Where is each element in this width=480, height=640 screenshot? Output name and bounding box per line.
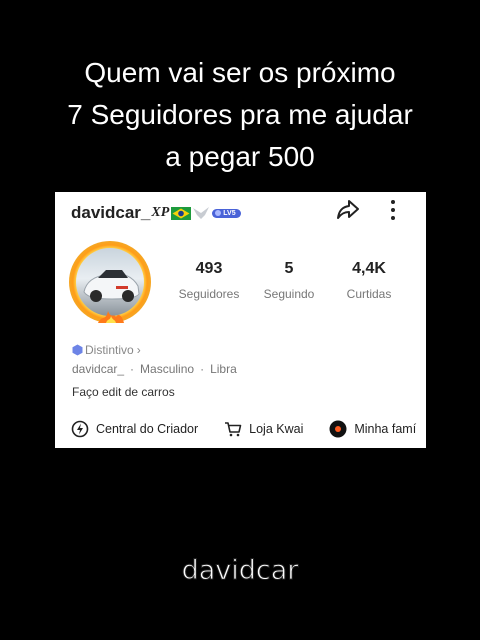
link-label: Minha famí	[354, 422, 417, 436]
caption-line-3: a pegar 500	[165, 141, 315, 172]
distintivo-label: Distintivo	[85, 343, 134, 357]
username-row: davidcar_ XP LV5	[71, 201, 241, 225]
caption-line-1: Quem vai ser os próximo	[84, 57, 396, 88]
stat-label: Curtidas	[346, 287, 392, 301]
level-badge-label: LV5	[223, 209, 236, 217]
username-suffix: XP	[151, 205, 170, 220]
share-icon[interactable]	[335, 197, 361, 223]
meta-gender: Masculino	[140, 362, 195, 376]
meta-handle: davidcar_	[72, 362, 125, 376]
video-caption: Quem vai ser os próximo 7 Seguidores pra…	[0, 52, 480, 178]
stat-label: Seguindo	[263, 287, 315, 301]
avatar[interactable]	[69, 241, 155, 327]
caption-line-2: 7 Seguidores pra me ajudar	[67, 99, 413, 130]
chevron-right-icon: ›	[136, 343, 141, 357]
stat-value: 5	[284, 260, 294, 277]
stat-value: 4,4K	[352, 260, 386, 277]
username: davidcar_	[71, 203, 151, 222]
profile-links: Central do Criador Loja Kwai Minha famí	[71, 418, 426, 440]
lightning-icon	[71, 420, 89, 438]
wing-icon	[193, 207, 210, 219]
minha-familia-link[interactable]: Minha famí	[329, 420, 416, 438]
brazil-flag-icon	[171, 206, 192, 220]
stat-seguidores[interactable]: 493 Seguidores	[169, 260, 249, 301]
stat-seguindo[interactable]: 5 Seguindo	[249, 260, 329, 301]
level-badge: LV5	[212, 208, 241, 218]
cart-icon	[225, 422, 242, 437]
badge-hexagon-icon	[72, 344, 83, 356]
flame-icon	[98, 311, 124, 323]
stat-label: Seguidores	[178, 287, 240, 301]
central-do-criador-link[interactable]: Central do Criador	[71, 420, 198, 438]
meta-separator: ·	[200, 362, 205, 376]
record-icon	[329, 420, 347, 438]
loja-kwai-link[interactable]: Loja Kwai	[224, 420, 303, 438]
profile-meta: davidcar_ · Masculino · Libra	[72, 362, 237, 376]
link-label: Loja Kwai	[249, 422, 304, 436]
distintivo-link[interactable]: Distintivo ›	[72, 343, 141, 357]
level-dot-icon	[215, 210, 222, 216]
watermark-username: davidcar	[181, 555, 299, 587]
stat-curtidas[interactable]: 4,4K Curtidas	[329, 260, 409, 301]
avatar-image	[76, 248, 144, 316]
meta-separator: ·	[130, 362, 135, 376]
profile-bio: Faço edit de carros	[72, 385, 175, 399]
profile-card: davidcar_ XP LV5 493 Seguidores 5 Seguin…	[55, 192, 426, 448]
link-label: Central do Criador	[96, 422, 199, 436]
more-options-icon[interactable]	[385, 197, 401, 223]
stat-value: 493	[195, 260, 223, 277]
meta-sign: Libra	[210, 362, 237, 376]
